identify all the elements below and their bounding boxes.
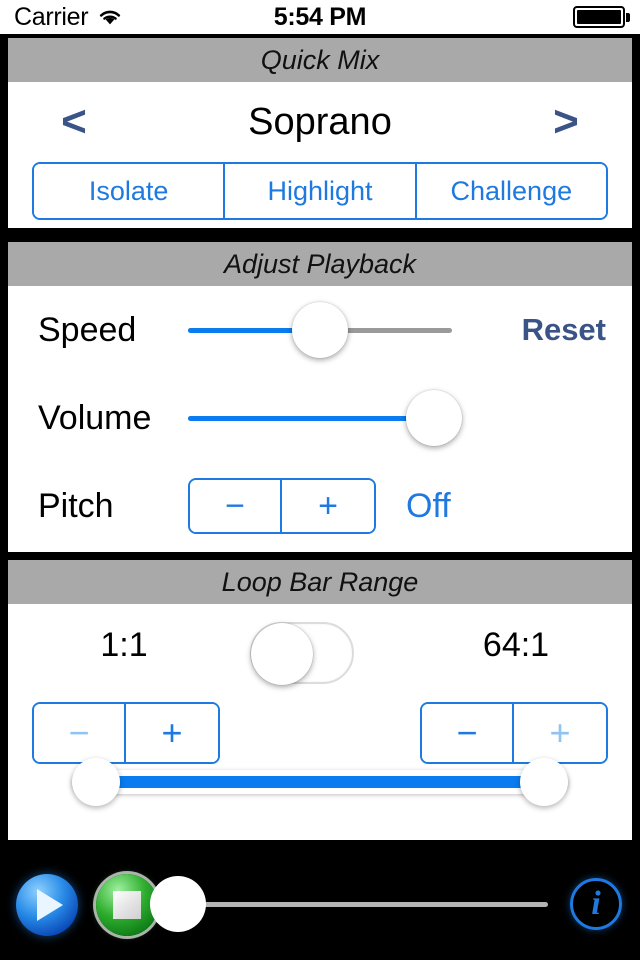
loop-bar-range-body: 1:1 64:1 − + − + — [8, 604, 632, 806]
info-button[interactable]: i — [570, 878, 622, 930]
loop-end-decrement-button[interactable]: − — [422, 704, 514, 762]
speed-slider-thumb[interactable] — [292, 302, 348, 358]
quick-mix-mode-segmented-control: Isolate Highlight Challenge — [32, 162, 608, 220]
volume-slider[interactable] — [188, 390, 462, 446]
isolate-button[interactable]: Isolate — [34, 164, 226, 218]
play-icon — [37, 889, 63, 921]
volume-label: Volume — [38, 398, 152, 437]
volume-slider-thumb[interactable] — [405, 390, 462, 446]
battery-icon — [573, 6, 630, 28]
pitch-row: Pitch − + Off — [8, 462, 632, 550]
adjust-playback-section: Adjust Playback Speed Reset Volume Pitch… — [8, 242, 632, 552]
loop-start-decrement-button[interactable]: − — [34, 704, 126, 762]
adjust-playback-header: Adjust Playback — [8, 242, 632, 286]
loop-range-fill — [96, 776, 544, 788]
next-part-button[interactable]: > — [526, 100, 606, 144]
loop-end-stepper: − + — [420, 702, 608, 764]
adjust-playback-body: Speed Reset Volume Pitch − + Off — [8, 286, 632, 550]
loop-bar-range-header: Loop Bar Range — [8, 560, 632, 604]
speed-slider[interactable] — [188, 302, 452, 358]
speed-row: Speed Reset — [8, 286, 632, 374]
challenge-button[interactable]: Challenge — [416, 164, 606, 218]
stop-icon — [113, 891, 141, 919]
loop-end-value: 64:1 — [482, 626, 550, 664]
loop-values-row: 1:1 64:1 — [8, 604, 632, 696]
loop-range-high-thumb[interactable] — [520, 758, 568, 806]
pitch-increment-button[interactable]: + — [282, 480, 374, 532]
volume-row: Volume — [8, 374, 632, 462]
loop-start-increment-button[interactable]: + — [126, 704, 218, 762]
loop-start-value: 1:1 — [100, 626, 148, 664]
status-bar: Carrier 5:54 PM — [0, 0, 640, 34]
loop-bar-range-section: Loop Bar Range 1:1 64:1 − + − + — [8, 560, 632, 840]
part-selector-row: < Soprano > — [8, 82, 632, 162]
app-screen: Carrier 5:54 PM Quick Mix < Soprano > Is… — [0, 0, 640, 960]
loop-toggle[interactable] — [250, 622, 354, 685]
loop-end-increment-button[interactable]: + — [514, 704, 606, 762]
clock-label: 5:54 PM — [273, 2, 367, 31]
highlight-button[interactable]: Highlight — [225, 164, 417, 218]
scrub-slider-track — [178, 902, 548, 907]
reset-button[interactable]: Reset — [522, 312, 606, 348]
loop-toggle-knob — [251, 623, 313, 685]
loop-range-low-thumb[interactable] — [72, 758, 120, 806]
scrub-slider-thumb[interactable] — [150, 876, 206, 932]
pitch-decrement-button[interactable]: − — [190, 480, 282, 532]
pitch-state-label: Off — [406, 486, 451, 525]
stop-button[interactable] — [96, 874, 158, 936]
volume-slider-fill — [188, 415, 434, 421]
scrub-slider[interactable] — [150, 876, 548, 932]
loop-range-slider[interactable] — [72, 756, 568, 808]
loop-start-stepper: − + — [32, 702, 220, 764]
quick-mix-header: Quick Mix — [8, 38, 632, 82]
pitch-label: Pitch — [38, 486, 114, 525]
speed-label: Speed — [38, 310, 137, 349]
pitch-stepper: − + — [188, 478, 376, 534]
quick-mix-body: < Soprano > Isolate Highlight Challenge — [8, 82, 632, 220]
play-button[interactable] — [16, 874, 78, 936]
playback-toolbar: i — [0, 848, 640, 960]
quick-mix-section: Quick Mix < Soprano > Isolate Highlight … — [8, 38, 632, 228]
